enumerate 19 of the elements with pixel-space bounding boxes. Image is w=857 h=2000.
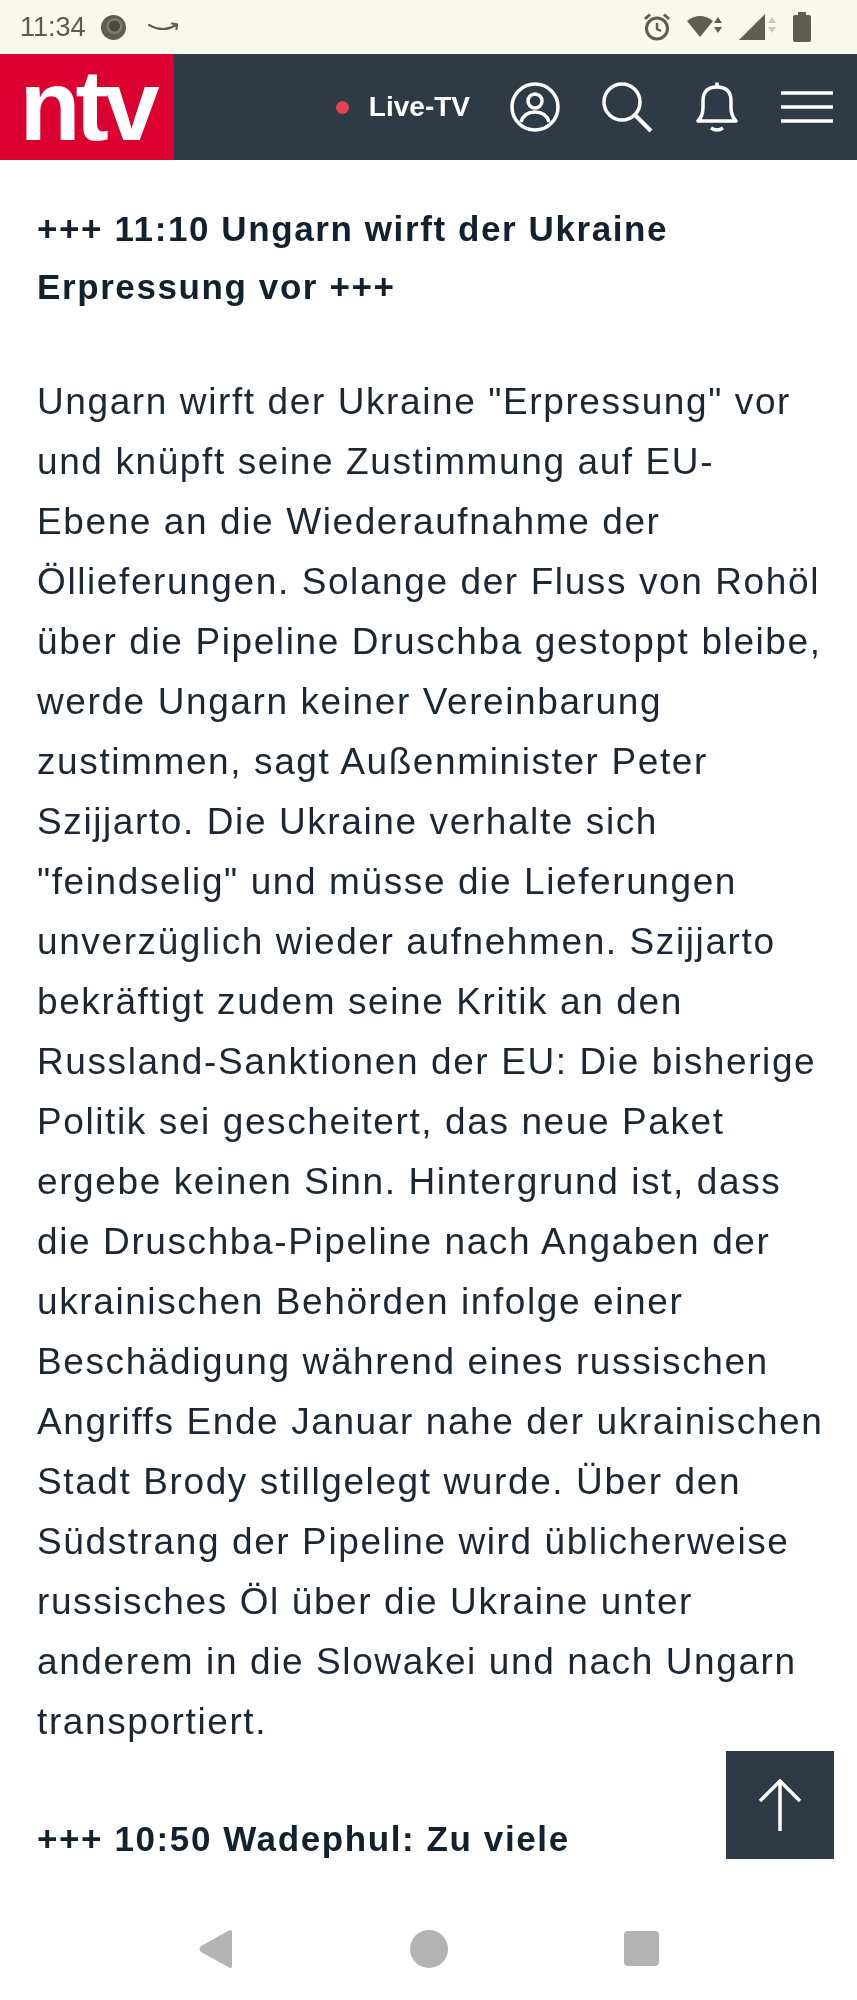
curve-icon [147,22,180,32]
disc-icon [100,14,126,40]
search-icon[interactable] [601,81,653,133]
post-heading: +++ 11:10 Ungarn wirft der Ukraine Erpressung vor +++ [37,208,670,308]
clock-time: 11:34 [20,13,86,41]
scroll-to-top-button[interactable] [726,1751,834,1859]
battery-icon [793,12,811,42]
alarm-clock-icon [643,13,671,41]
menu-icon[interactable] [781,91,833,123]
wifi-icon [687,15,723,39]
post-heading: +++ 10:50 Wadephul: Zu viele [37,1818,570,1860]
account-icon[interactable] [510,82,560,132]
site-logo[interactable]: ntv [0,54,174,160]
live-dot-icon [335,100,349,114]
signal-icon [739,14,777,40]
live-tv-link[interactable]: Live-TV [335,91,470,123]
bell-icon[interactable] [694,81,740,133]
arrow-up-icon [759,1779,801,1831]
post-body: Ungarn wirft der Ukraine "Erpressung" vor und knüpft seine Zustimmung auf EU-Ebene an die Wiederaufnahme der Öllieferungen. Solange der Fluss von Rohöl über die Pipeline Druschba gestoppt bleibe, werde Ungarn keiner Vereinbarung zustimmen, sagt Außenminister Peter Szijjarto. Die Ukraine verhalte sich "feindselig" und müsse die Lieferungen unverzüglich wieder aufnehmen. Szijjarto bekräftigt zudem seine Kritik an den Russland-Sanktionen der EU: Die bisherige Politik sei gescheitert, das neue Paket ergebe keinen Sinn. Hintergrund ist, dass die Druschba-Pipeline nach Angaben der ukrainischen Behörden infolge einer Beschädigung während eines russischen Angriffs Ende Januar nahe der ukrainischen Stadt Brody stillgelegt wurde. Über den Südstrang der Pipeline wird üblicherweise russisches Öl über die Ukraine unter anderem in die Slowakei und nach Ungarn transportiert. [37,380,825,1744]
